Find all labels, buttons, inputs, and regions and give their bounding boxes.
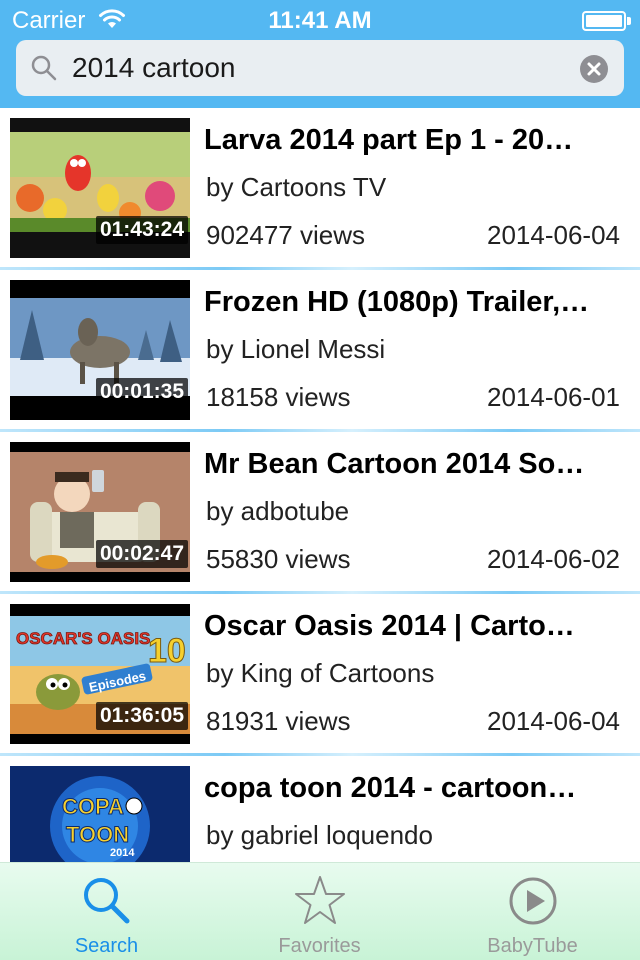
video-thumbnail[interactable]: 00:02:47 [10,442,190,582]
video-title: copa toon 2014 - cartoon… [204,772,577,804]
close-icon [587,62,601,76]
video-duration: 01:36:05 [95,702,188,730]
video-author: by King of Cartoons [206,658,435,688]
video-row[interactable]: 00:02:47 Mr Bean Cartoon 2014 So… by adb… [0,432,640,594]
video-results-list: 01:43:24 Larva 2014 part Ep 1 - 20… by C… [0,108,640,862]
video-thumbnail[interactable]: COPA TOON 2014 [10,766,190,862]
video-date: 2014-06-04 [487,220,620,250]
video-title: Frozen HD (1080p) Trailer,… [204,286,590,318]
copa-logo-text: COPA [62,794,124,819]
video-duration: 01:43:24 [95,216,188,244]
battery-tip [627,17,631,25]
tab-search[interactable]: Search [0,863,213,960]
video-title: Oscar Oasis 2014 | Carto… [204,610,575,642]
video-row[interactable]: 00:01:35 Frozen HD (1080p) Trailer,… by … [0,270,640,432]
navigation-header: Carrier 11:41 AM [0,0,640,108]
video-author: by Lionel Messi [206,334,386,364]
video-views: 902477 views [206,220,365,250]
video-row[interactable]: COPA TOON 2014 copa toon 2014 - cartoon…… [0,756,640,862]
search-icon [31,55,57,81]
video-views: 81931 views [206,706,351,736]
video-author: by gabriel loquendo [206,820,433,850]
star-icon [294,876,345,924]
video-duration: 00:02:47 [95,540,188,568]
video-title: Mr Bean Cartoon 2014 So… [204,448,585,480]
tab-bar: Search Favorites BabyTube [0,862,640,960]
status-bar: Carrier 11:41 AM [0,0,640,40]
oscar-logo-text: OSCAR'S OASIS [16,629,150,648]
video-date: 2014-06-04 [487,706,620,736]
video-author: by adbotube [206,496,350,526]
search-input[interactable] [72,48,562,88]
video-date: 2014-06-01 [487,382,620,412]
video-row[interactable]: 01:43:24 Larva 2014 part Ep 1 - 20… by C… [0,108,640,270]
search-icon [83,878,129,924]
copa-toon-thumbnail-image: COPA TOON 2014 [10,766,190,862]
video-thumbnail[interactable]: 01:43:24 [10,118,190,258]
search-bar[interactable] [16,40,624,96]
tab-search-label: Search [74,935,139,957]
tab-babytube[interactable]: BabyTube [426,863,639,960]
clear-search-button[interactable] [580,55,608,83]
video-title: Larva 2014 part Ep 1 - 20… [204,124,574,156]
status-time: 11:41 AM [268,7,372,34]
play-circle-icon [509,877,556,925]
copa-year-text: 2014 [110,847,135,859]
episode-number: 10 [148,632,186,670]
video-duration: 00:01:35 [95,378,188,406]
battery-icon [582,11,626,31]
video-views: 55830 views [206,544,351,574]
tab-favorites[interactable]: Favorites [213,863,426,960]
video-views: 18158 views [206,382,351,412]
video-thumbnail[interactable]: 00:01:35 [10,280,190,420]
video-date: 2014-06-02 [487,544,620,574]
tab-babytube-label: BabyTube [487,935,578,957]
toon-logo-text: TOON [66,822,129,847]
video-thumbnail[interactable]: OSCAR'S OASIS 10 Episodes 01:36:05 [10,604,190,744]
video-author: by Cartoons TV [206,172,387,202]
tab-favorites-label: Favorites [278,935,361,957]
video-row[interactable]: OSCAR'S OASIS 10 Episodes 01:36:05 Oscar… [0,594,640,756]
